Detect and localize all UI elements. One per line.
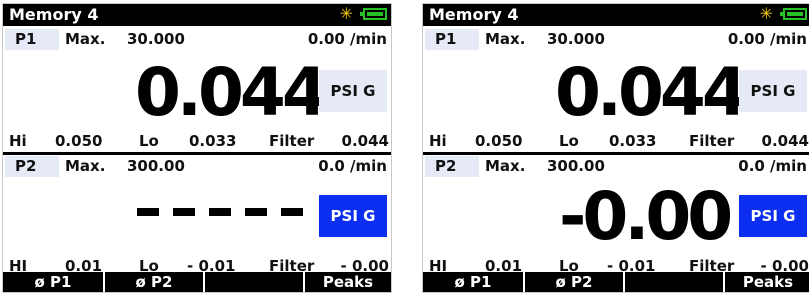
p2-reading-dashes	[137, 208, 303, 216]
p1-hi-value: 0.050	[475, 132, 523, 150]
p2-rate: 0.0 /min	[318, 157, 387, 175]
p1-lo-label: Lo	[139, 132, 159, 150]
softkey-zero-p2[interactable]: ø P2	[105, 272, 205, 292]
battery-icon	[360, 8, 387, 20]
p1-rate: 0.00 /min	[307, 30, 387, 48]
p1-unit-button[interactable]: PSI G	[319, 70, 387, 112]
p1-max-value: 30.000	[127, 30, 185, 48]
p2-reading: -0.00	[559, 178, 733, 255]
device-screen-right: Memory 4 ✳ P1 Max. 30.000 0.00 /min 0.04…	[422, 3, 809, 293]
title-bar: Memory 4 ✳	[3, 4, 391, 26]
p2-header-row: P2 Max. 300.00 0.0 /min	[423, 156, 809, 177]
title-bar: Memory 4 ✳	[423, 4, 809, 26]
dash	[173, 208, 195, 216]
p1-max-label: Max.	[485, 30, 526, 48]
p1-lo-value: 0.033	[609, 132, 657, 150]
p1-filter-value: 0.044	[761, 132, 809, 150]
p1-tag[interactable]: P1	[425, 29, 479, 50]
softkey-bar: ø P1 ø P2 Peaks	[423, 272, 809, 292]
p1-max-label: Max.	[65, 30, 106, 48]
softkey-bar: ø P1 ø P2 Peaks	[3, 272, 391, 292]
p1-lo-label: Lo	[559, 132, 579, 150]
p1-lo-value: 0.033	[189, 132, 237, 150]
p1-stats-row: Hi 0.050 Lo 0.033 Filter 0.044	[3, 131, 391, 151]
p1-hi-value: 0.050	[55, 132, 103, 150]
p1-header-row: P1 Max. 30.000 0.00 /min	[3, 29, 391, 50]
p1-reading: 0.044	[555, 54, 748, 131]
softkey-zero-p1[interactable]: ø P1	[3, 272, 105, 292]
p1-tag[interactable]: P1	[5, 29, 59, 50]
screen-title: Memory 4	[429, 5, 519, 24]
dash	[137, 208, 159, 216]
battery-icon	[780, 8, 807, 20]
p1-hi-label: Hi	[9, 132, 27, 150]
softkey-peaks[interactable]: Peaks	[725, 272, 809, 292]
softkey-peaks[interactable]: Peaks	[305, 272, 391, 292]
p1-filter-label: Filter	[689, 132, 735, 150]
section-divider	[3, 152, 391, 155]
p2-max-label: Max.	[65, 157, 106, 175]
p1-filter-label: Filter	[269, 132, 315, 150]
p1-stats-row: Hi 0.050 Lo 0.033 Filter 0.044	[423, 131, 809, 151]
p1-hi-label: Hi	[429, 132, 447, 150]
p1-rate: 0.00 /min	[727, 30, 807, 48]
p2-unit-button[interactable]: PSI G	[739, 195, 807, 237]
p1-filter-value: 0.044	[341, 132, 389, 150]
p2-max-value: 300.00	[127, 157, 185, 175]
dash	[245, 208, 267, 216]
sun-icon: ✳	[339, 4, 353, 23]
p2-max-value: 300.00	[547, 157, 605, 175]
p2-rate: 0.0 /min	[738, 157, 807, 175]
softkey-zero-p1[interactable]: ø P1	[423, 272, 525, 292]
sun-icon: ✳	[759, 4, 773, 23]
softkey-blank[interactable]	[625, 272, 725, 292]
p2-tag[interactable]: P2	[425, 156, 479, 177]
softkey-zero-p2[interactable]: ø P2	[525, 272, 625, 292]
p2-tag[interactable]: P2	[5, 156, 59, 177]
screen-title: Memory 4	[9, 5, 99, 24]
p1-max-value: 30.000	[547, 30, 605, 48]
p2-header-row: P2 Max. 300.00 0.0 /min	[3, 156, 391, 177]
softkey-blank[interactable]	[205, 272, 305, 292]
p1-header-row: P1 Max. 30.000 0.00 /min	[423, 29, 809, 50]
p1-unit-button[interactable]: PSI G	[739, 70, 807, 112]
dash	[281, 208, 303, 216]
section-divider	[423, 152, 809, 155]
device-screen-left: Memory 4 ✳ P1 Max. 30.000 0.00 /min 0.04…	[2, 3, 392, 293]
p1-reading: 0.044	[135, 54, 328, 131]
dash	[209, 208, 231, 216]
p2-max-label: Max.	[485, 157, 526, 175]
p2-unit-button[interactable]: PSI G	[319, 195, 387, 237]
